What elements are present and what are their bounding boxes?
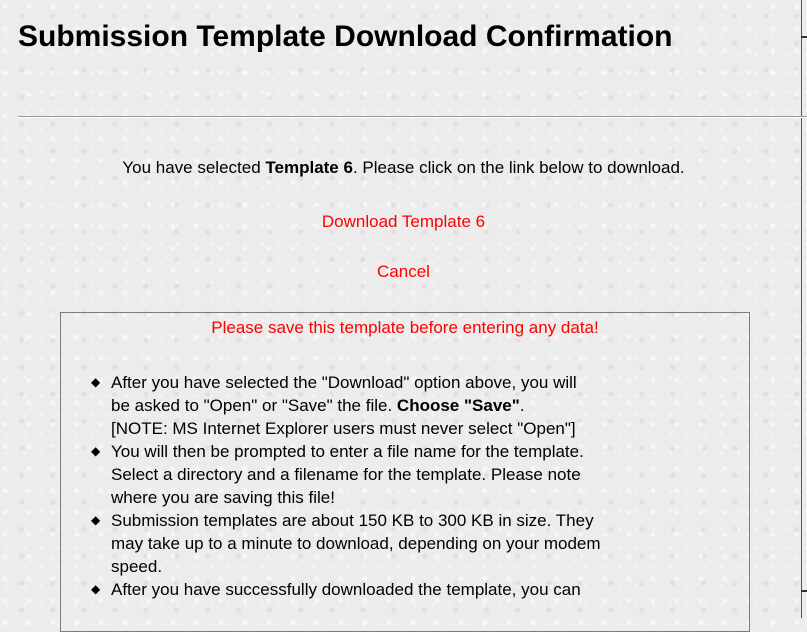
bullet-icon: ◆: [91, 513, 101, 527]
list-item: ◆ After you have successfully downloaded…: [91, 578, 751, 601]
selection-message: You have selected Template 6. Please cli…: [0, 158, 807, 178]
item-line: [NOTE: MS Internet Explorer users must n…: [111, 419, 576, 438]
selection-suffix: . Please click on the link below to down…: [352, 158, 685, 177]
item-line: be asked to "Open" or "Save" the file. C…: [111, 394, 751, 417]
choose-save-emphasis: Choose "Save": [396, 396, 520, 415]
bullet-icon: ◆: [91, 375, 101, 389]
scrollbar-tick: [801, 590, 807, 592]
bullet-icon: ◆: [91, 444, 101, 458]
selected-template-name: Template 6: [265, 158, 353, 177]
cancel-link[interactable]: Cancel: [0, 262, 807, 282]
selection-prefix: You have selected: [122, 158, 266, 177]
item-line: You will then be prompted to enter a fil…: [111, 442, 584, 461]
item-line: where you are saving this file!: [111, 488, 335, 507]
item-line-text: be asked to "Open" or "Save" the file.: [111, 396, 397, 415]
item-line: After you have successfully downloaded t…: [111, 580, 581, 599]
item-line: Select a directory and a filename for th…: [111, 465, 581, 484]
save-notice-heading: Please save this template before enterin…: [211, 318, 599, 337]
list-item: ◆ After you have selected the "Download"…: [91, 371, 751, 440]
list-item: ◆ You will then be prompted to enter a f…: [91, 440, 751, 509]
save-notice-box: Please save this template before enterin…: [60, 312, 750, 632]
list-item: ◆ Submission templates are about 150 KB …: [91, 509, 751, 578]
item-line: Submission templates are about 150 KB to…: [111, 511, 594, 530]
instructions-list: ◆ After you have selected the "Download"…: [91, 371, 751, 601]
item-line: may take up to a minute to download, dep…: [111, 534, 601, 553]
page-title: Submission Template Download Confirmatio…: [18, 20, 673, 53]
horizontal-rule: [18, 116, 807, 118]
item-line-punctuation: .: [519, 396, 525, 415]
download-template-link[interactable]: Download Template 6: [0, 212, 807, 232]
scrollbar-edge[interactable]: [801, 0, 807, 618]
item-line: After you have selected the "Download" o…: [111, 373, 577, 392]
item-line: speed.: [111, 557, 163, 576]
bullet-icon: ◆: [91, 582, 101, 596]
scrollbar-tick: [801, 36, 807, 38]
